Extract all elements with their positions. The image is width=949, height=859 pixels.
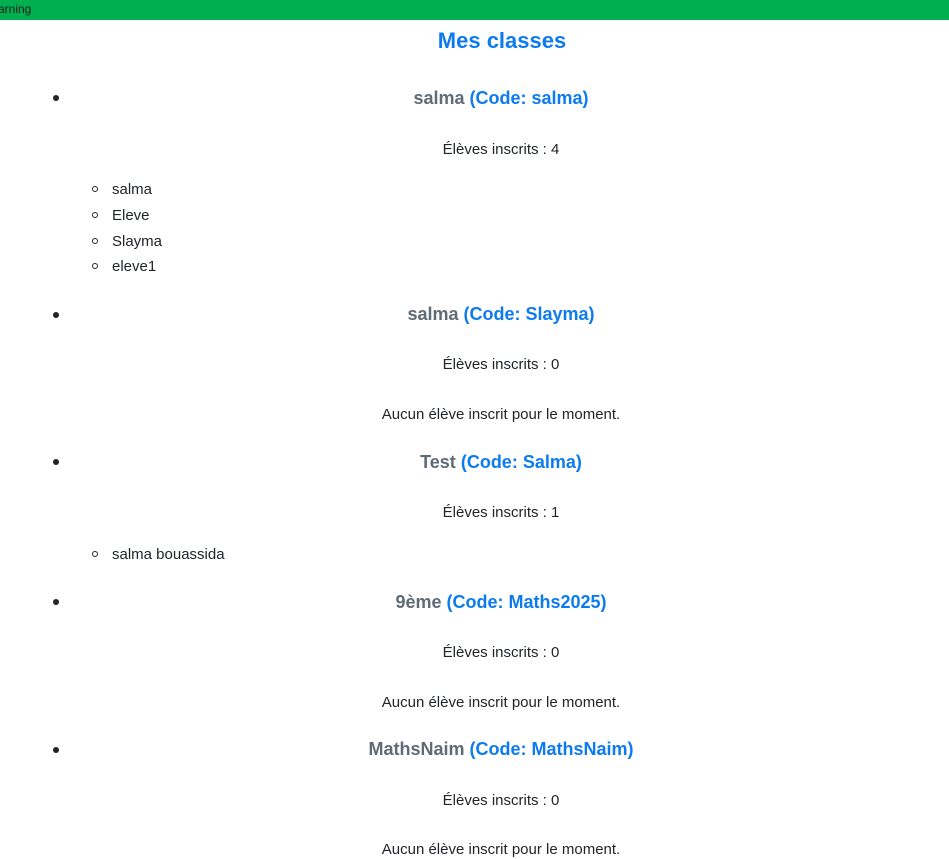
student-name: eleve1 bbox=[112, 258, 157, 275]
student-name: Slayma bbox=[112, 233, 163, 250]
warning-text: arning bbox=[0, 2, 32, 16]
student-name: Eleve bbox=[112, 207, 150, 224]
bullet-icon bbox=[53, 599, 59, 605]
empty-message: Aucun élève inscrit pour le moment. bbox=[381, 694, 621, 711]
circle-bullet-icon bbox=[92, 551, 98, 557]
student-count: Élèves inscrits : 1 bbox=[442, 504, 560, 521]
class-code: (Code: Salma) bbox=[460, 452, 582, 472]
class-heading: salma (Code: salma) bbox=[76, 87, 926, 109]
bullet-icon bbox=[53, 747, 59, 753]
class-code: (Code: MathsNaim) bbox=[469, 739, 634, 759]
class-heading: salma (Code: Slayma) bbox=[76, 303, 926, 325]
empty-message: Aucun élève inscrit pour le moment. bbox=[381, 841, 621, 858]
page-title: Mes classes bbox=[437, 28, 567, 53]
circle-bullet-icon bbox=[92, 263, 98, 269]
circle-bullet-icon bbox=[92, 212, 98, 218]
student-count: Élèves inscrits : 0 bbox=[442, 792, 560, 809]
student-count: Élèves inscrits : 0 bbox=[442, 644, 560, 661]
class-name: salma bbox=[413, 88, 465, 108]
empty-message: Aucun élève inscrit pour le moment. bbox=[381, 406, 621, 423]
circle-bullet-icon bbox=[92, 238, 98, 244]
class-heading: 9ème (Code: Maths2025) bbox=[76, 591, 926, 613]
class-code: (Code: salma) bbox=[469, 88, 589, 108]
class-name: MathsNaim bbox=[368, 739, 465, 759]
circle-bullet-icon bbox=[92, 186, 98, 192]
bullet-icon bbox=[53, 459, 59, 465]
class-name: salma bbox=[407, 304, 459, 324]
class-code: (Code: Slayma) bbox=[463, 304, 595, 324]
bullet-icon bbox=[53, 312, 59, 318]
student-count: Élèves inscrits : 4 bbox=[442, 141, 560, 158]
student-count: Élèves inscrits : 0 bbox=[442, 356, 560, 373]
class-code: (Code: Maths2025) bbox=[446, 592, 607, 612]
class-heading: MathsNaim (Code: MathsNaim) bbox=[76, 738, 926, 760]
warning-bar: arning bbox=[0, 0, 949, 20]
class-name: 9ème bbox=[395, 592, 442, 612]
student-name: salma bouassida bbox=[112, 546, 225, 563]
bullet-icon bbox=[53, 95, 59, 101]
class-heading: Test (Code: Salma) bbox=[76, 451, 926, 473]
class-name: Test bbox=[420, 452, 456, 472]
student-name: salma bbox=[112, 181, 153, 198]
